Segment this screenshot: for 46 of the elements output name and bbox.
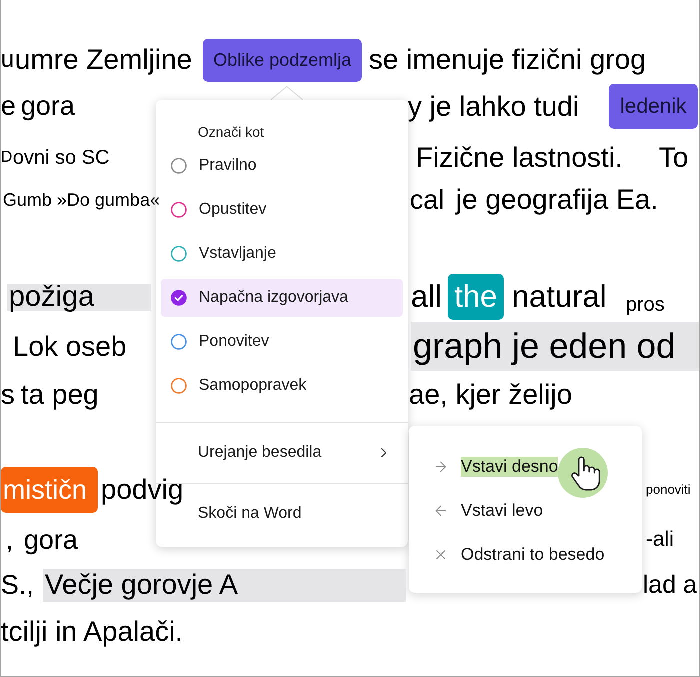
document-text: e: [1, 91, 16, 122]
document-text: ponoviti: [646, 482, 691, 498]
document-text: umre Zemljine: [15, 44, 192, 76]
document-text: s: [1, 379, 15, 411]
document-text: Fizične lastnosti.: [416, 142, 623, 174]
document-text: S.,: [1, 570, 34, 600]
menu-heading: Označi kot: [197, 123, 266, 142]
document-text: gora: [21, 91, 76, 122]
word-tag[interactable]: Oblike podzemlja: [203, 38, 362, 82]
document-text: tcilji in Apalači.: [1, 616, 184, 648]
menu-option[interactable]: Samopopravek: [161, 367, 403, 405]
menu-option[interactable]: Opustitev: [161, 191, 403, 229]
submenu-item[interactable]: Vstavi desno: [409, 445, 642, 489]
document-text: -ali: [646, 528, 674, 552]
document-text: pros: [626, 294, 665, 316]
document-text: Gumb »Do gumba«: [3, 190, 160, 210]
menu-option[interactable]: Napačna izgovorjava: [161, 279, 403, 317]
document-text: Lok oseb: [13, 330, 127, 362]
menu-option[interactable]: Vstavljanje: [161, 235, 403, 273]
document-text: je geografija Ea.: [456, 184, 658, 216]
arrow-right-icon: [433, 459, 449, 475]
document-text: all: [411, 280, 442, 314]
shaded-text: Večje gorovje A: [43, 568, 406, 602]
document-text: lad a: [643, 571, 698, 599]
document-text: ta peg: [21, 379, 99, 411]
document-text: cal: [410, 184, 445, 215]
document-text: D: [1, 149, 13, 167]
shaded-text: graph je eden od: [411, 322, 699, 371]
menu-option[interactable]: Pravilno: [161, 147, 403, 185]
submenu-item[interactable]: Vstavi levo: [409, 489, 642, 533]
document-text: se imenuje fizični grog: [369, 44, 646, 76]
document-text: u: [1, 46, 14, 74]
document-text: y je lahko tudi: [408, 90, 580, 122]
hand-cursor-icon: [558, 448, 608, 498]
document-text: ae, kjer želijo: [409, 379, 572, 411]
document-text: To: [659, 142, 689, 174]
document-text: gora: [24, 524, 78, 556]
document-text: natural: [512, 280, 607, 314]
shaded-text: požiga: [7, 284, 151, 310]
arrow-left-icon: [433, 503, 449, 519]
popover-pointer: [271, 86, 303, 100]
document-text: ,: [6, 524, 14, 556]
document-text: ovni so SC: [13, 146, 110, 170]
menu-option[interactable]: Ponovitev: [161, 323, 403, 361]
word-tag[interactable]: ledenik: [609, 84, 698, 129]
submenu-item[interactable]: Odstrani to besedo: [409, 533, 642, 577]
